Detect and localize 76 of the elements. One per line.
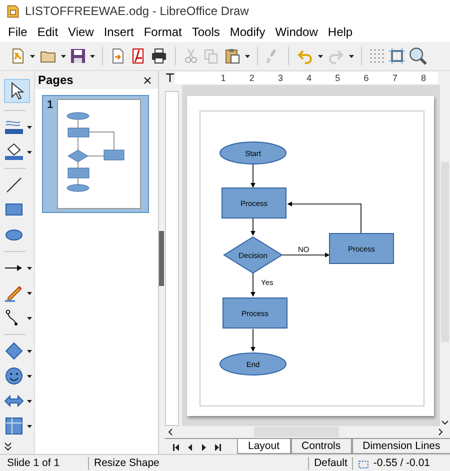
dropdown-arrow-icon[interactable] — [27, 150, 32, 154]
dropdown-arrow-icon[interactable] — [27, 374, 32, 378]
dropdown-arrow-icon[interactable] — [27, 266, 32, 270]
first-page-icon[interactable] — [173, 444, 179, 451]
dropdown-arrow-icon[interactable] — [30, 54, 35, 58]
dropdown-arrow-icon[interactable] — [27, 400, 32, 402]
dropdown-arrow-icon[interactable] — [27, 126, 32, 128]
app-icon[interactable] — [6, 4, 20, 18]
more-tools-icon[interactable] — [4, 442, 12, 451]
sheet-tab[interactable]: Dimension Lines — [352, 439, 450, 454]
scroll-left-icon[interactable] — [167, 428, 174, 436]
new-document-icon[interactable] — [10, 48, 26, 64]
line-icon[interactable] — [4, 176, 24, 194]
cursor-position: -0.55 / -0.01 — [372, 457, 431, 469]
dropdown-arrow-icon[interactable] — [349, 54, 354, 58]
clipboard-icon[interactable] — [223, 48, 241, 64]
menu-item[interactable]: View — [63, 25, 99, 39]
dropdown-arrow-icon[interactable] — [245, 54, 250, 58]
menu-item[interactable]: Format — [138, 25, 187, 39]
pencil-icon[interactable] — [4, 284, 24, 302]
sheet-tab[interactable]: Controls — [290, 439, 352, 454]
connector-arrow — [250, 272, 256, 297]
smiley-icon[interactable] — [4, 367, 24, 385]
last-page-icon[interactable] — [215, 444, 221, 451]
previous-page-icon[interactable] — [187, 444, 193, 451]
ruler-number: 7 — [391, 73, 398, 83]
connector-arrow — [250, 218, 256, 236]
dropdown-arrow-icon[interactable] — [90, 54, 95, 58]
dropdown-arrow-icon[interactable] — [27, 316, 32, 320]
slide-number: 1 — [47, 99, 54, 113]
dropdown-arrow-icon[interactable] — [27, 350, 32, 352]
scroll-right-icon[interactable] — [437, 428, 444, 436]
menu-item[interactable]: Insert — [98, 25, 139, 39]
status-message: Resize Shape — [94, 457, 160, 469]
export-icon[interactable] — [110, 48, 126, 64]
zoom-icon[interactable] — [409, 47, 427, 65]
tab-stop-icon[interactable] — [165, 73, 175, 83]
snap-lines-icon[interactable] — [389, 48, 405, 64]
table-icon[interactable] — [4, 417, 24, 435]
ruler-number: 5 — [334, 73, 342, 83]
connector-arrow — [250, 328, 256, 352]
window-title: LISTOFFREEWAE.odg - LibreOffice Draw — [25, 4, 249, 18]
ruler-number: 2 — [248, 73, 256, 83]
line-color-icon[interactable] — [4, 118, 24, 136]
menu-item[interactable]: Help — [322, 25, 358, 39]
grid-icon[interactable] — [369, 48, 385, 64]
menu-item[interactable]: Tools — [186, 25, 225, 39]
printer-icon[interactable] — [150, 48, 168, 64]
menu-item[interactable]: Modify — [224, 25, 270, 39]
connector-arrow — [250, 164, 256, 188]
page-style: Default — [314, 457, 348, 469]
ruler-number: 6 — [362, 73, 370, 83]
sheet-tab[interactable]: Layout — [237, 439, 291, 454]
ruler-number: 8 — [420, 73, 427, 83]
scroll-down-icon[interactable] — [441, 419, 449, 426]
fill-bucket-icon[interactable] — [4, 143, 24, 161]
menu-item[interactable]: File — [3, 25, 32, 39]
dropdown-arrow-icon[interactable] — [318, 54, 323, 58]
slide-indicator: Slide 1 of 1 — [6, 457, 61, 469]
slide-thumbnail[interactable]: 1 — [42, 95, 149, 213]
next-page-icon[interactable] — [201, 444, 207, 451]
menu-item[interactable]: Window — [270, 25, 323, 39]
pdf-icon[interactable] — [130, 48, 146, 64]
connector-arrow — [282, 252, 330, 258]
menu-item[interactable]: Edit — [32, 25, 64, 39]
splitter-handle[interactable] — [159, 231, 164, 286]
ruler-number: 3 — [276, 73, 284, 83]
panel-title: Pages — [38, 73, 74, 87]
dropdown-arrow-icon[interactable] — [27, 424, 32, 428]
dropdown-arrow-icon[interactable] — [61, 54, 66, 58]
diamond-icon[interactable] — [4, 342, 24, 360]
dropdown-arrow-icon[interactable] — [27, 292, 32, 294]
double-arrow-icon[interactable] — [4, 392, 24, 410]
close-icon[interactable] — [143, 76, 152, 84]
ruler-number: 4 — [306, 73, 313, 83]
ruler-number: 1 — [220, 73, 227, 83]
